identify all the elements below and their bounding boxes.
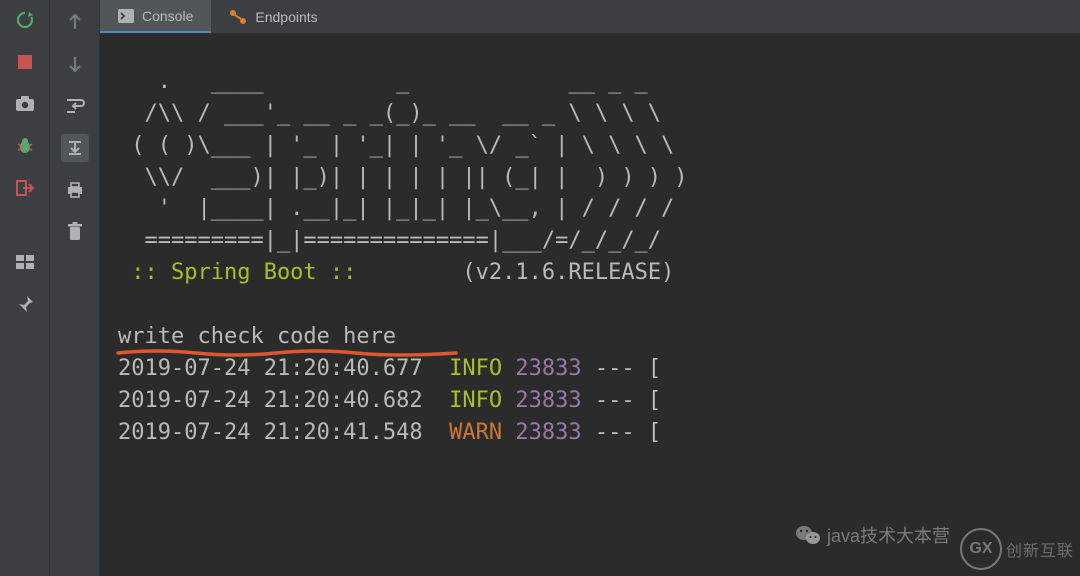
tab-console[interactable]: Console: [100, 0, 211, 33]
tab-endpoints-label: Endpoints: [255, 9, 317, 25]
tab-console-label: Console: [142, 8, 193, 24]
ascii-line: =========|_|==============|___/=/_/_/_/: [118, 228, 661, 253]
rerun-icon[interactable]: [13, 8, 37, 32]
watermark-brand-text: 创新互联: [1006, 537, 1074, 561]
layout-icon[interactable]: [13, 250, 37, 274]
console-output[interactable]: . ____ _ __ _ _ /\\ / ___'_ __ _ _(_)_ _…: [100, 34, 1080, 576]
scroll-end-icon[interactable]: [61, 134, 89, 162]
log-row: 2019-07-24 21:20:40.677 INFO 23833 --- [: [118, 356, 661, 381]
watermark-wechat-text: java技术大本营: [827, 522, 950, 548]
camera-icon[interactable]: [13, 92, 37, 116]
pin-icon[interactable]: [13, 292, 37, 316]
tab-bar: Console Endpoints: [100, 0, 1080, 34]
ascii-line: . ____ _ __ _ _: [118, 69, 648, 94]
bug-icon[interactable]: [13, 134, 37, 158]
endpoints-icon: [229, 9, 247, 25]
ascii-line: ' |____| .__|_| |_|_| |_\__, | / / / /: [118, 196, 674, 221]
log-row: 2019-07-24 21:20:40.682 INFO 23833 --- [: [118, 388, 661, 413]
stop-icon[interactable]: [13, 50, 37, 74]
exit-icon[interactable]: [13, 176, 37, 200]
arrow-down-icon[interactable]: [61, 50, 89, 78]
console-toolbar: [50, 0, 100, 576]
run-toolbar: [0, 0, 50, 576]
soft-wrap-icon[interactable]: [61, 92, 89, 120]
spring-version: (v2.1.6.RELEASE): [370, 260, 675, 285]
watermark-wechat: java技术大本营: [795, 522, 950, 548]
spring-label: :: Spring Boot ::: [118, 260, 370, 285]
tab-endpoints[interactable]: Endpoints: [211, 0, 335, 33]
underline-annotation: [116, 347, 476, 359]
arrow-up-icon[interactable]: [61, 8, 89, 36]
ascii-line: /\\ / ___'_ __ _ _(_)_ __ __ _ \ \ \ \: [118, 101, 661, 126]
wechat-icon: [795, 524, 821, 546]
watermark-brand: GX 创新互联: [960, 528, 1074, 570]
trash-icon[interactable]: [61, 218, 89, 246]
log-row: 2019-07-24 21:20:41.548 WARN 23833 --- [: [118, 420, 661, 445]
console-icon: [118, 9, 134, 23]
ascii-line: ( ( )\___ | '_ | '_| | '_ \/ _` | \ \ \ …: [118, 133, 674, 158]
brand-badge-icon: GX: [960, 528, 1002, 570]
print-icon[interactable]: [61, 176, 89, 204]
ascii-line: \\/ ___)| |_)| | | | | || (_| | ) ) ) ): [118, 165, 688, 190]
main-panel: Console Endpoints . ____ _ __ _ _ /\\ / …: [100, 0, 1080, 576]
